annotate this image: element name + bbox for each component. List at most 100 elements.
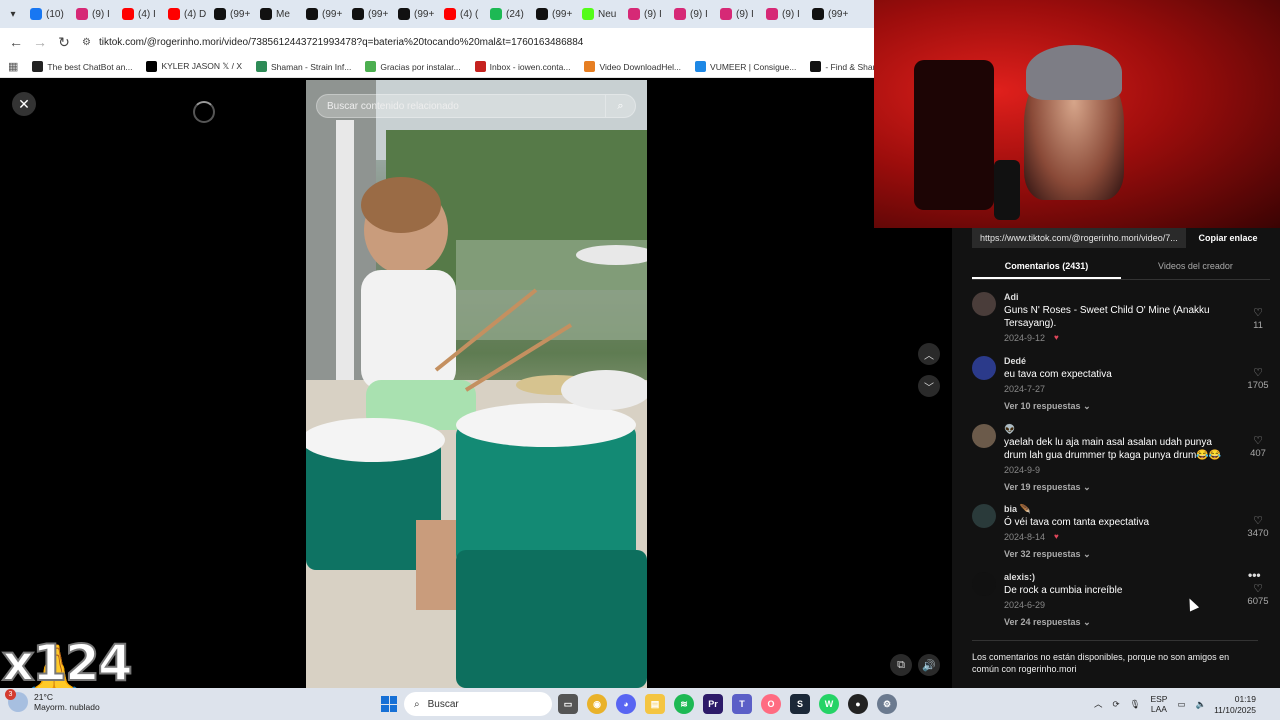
- bookmark-item[interactable]: Video DownloadHel...: [584, 61, 681, 72]
- share-url-field[interactable]: https://www.tiktok.com/@rogerinho.mori/v…: [972, 228, 1186, 248]
- taskbar-search[interactable]: ⌕ Buscar: [404, 692, 552, 716]
- obs-icon[interactable]: ●: [848, 694, 868, 714]
- comment-date: 2024-8-14: [1004, 532, 1046, 542]
- comment-author[interactable]: Adi: [1004, 292, 1019, 302]
- like-button[interactable]: ♡ 3470: [1238, 514, 1278, 539]
- premiere-pro-icon[interactable]: Pr: [703, 694, 723, 714]
- comment-date: 2024-7-27: [1004, 384, 1046, 394]
- search-icon[interactable]: ⌕: [605, 95, 635, 117]
- chevron-down-icon: ⌄: [1080, 482, 1091, 492]
- browser-tab[interactable]: (99+: [530, 3, 576, 25]
- apps-grid-icon[interactable]: ▦: [8, 60, 18, 73]
- kick-icon: [582, 8, 594, 20]
- previous-video-button[interactable]: ︿: [918, 343, 940, 365]
- comment-author[interactable]: bia 🪶: [1004, 504, 1031, 515]
- task-view-icon[interactable]: ▭: [558, 694, 578, 714]
- comment-author[interactable]: 👽: [1004, 424, 1015, 435]
- bookmark-item[interactable]: Shaman - Strain Inf...: [256, 61, 351, 72]
- browser-tab[interactable]: (99+: [208, 3, 254, 25]
- browser-tab[interactable]: (4) I: [116, 3, 162, 25]
- discord-icon[interactable]: ◕: [616, 694, 636, 714]
- windows-start-icon[interactable]: [381, 696, 397, 712]
- comment-author[interactable]: alexis:): [1004, 572, 1035, 582]
- browser-tab[interactable]: (99+: [300, 3, 346, 25]
- forward-arrow-icon[interactable]: →: [28, 34, 52, 50]
- browser-tab[interactable]: Neu: [576, 3, 622, 25]
- language-indicator[interactable]: ESP LAA: [1150, 694, 1167, 714]
- browser-tab[interactable]: (9) I: [622, 3, 668, 25]
- avatar[interactable]: [972, 292, 996, 316]
- bookmark-item[interactable]: Gracias por instalar...: [365, 61, 461, 72]
- view-replies-label: Ver 10 respuestas: [1004, 401, 1081, 411]
- reload-icon[interactable]: ↻: [52, 34, 76, 51]
- bookmark-item[interactable]: The best ChatBot an...: [32, 61, 132, 72]
- browser-tab[interactable]: (10): [24, 3, 70, 25]
- close-viewer-button[interactable]: ✕: [12, 92, 36, 116]
- bookmark-item[interactable]: VUMEER | Consigue...: [695, 61, 796, 72]
- chrome-icon[interactable]: ◉: [587, 694, 607, 714]
- microphone-icon[interactable]: 🎙: [1130, 699, 1141, 710]
- browser-tab[interactable]: (24): [484, 3, 530, 25]
- spotify-icon[interactable]: ≋: [674, 694, 694, 714]
- like-button[interactable]: ♡ 11: [1238, 306, 1278, 331]
- view-replies-link[interactable]: Ver 24 respuestas ⌄: [1004, 617, 1091, 628]
- like-button[interactable]: ♡ 1705: [1238, 366, 1278, 391]
- tray-chevron-icon[interactable]: ︿: [1094, 698, 1103, 710]
- next-video-button[interactable]: ﹀: [918, 375, 940, 397]
- bookmark-label: Video DownloadHel...: [599, 61, 682, 72]
- video-player[interactable]: Buscar contenido relacionado ⌕: [306, 80, 647, 688]
- avatar[interactable]: [972, 424, 996, 448]
- facebook-icon: [30, 8, 42, 20]
- back-arrow-icon[interactable]: ←: [4, 34, 28, 50]
- tab-creator-videos[interactable]: Videos del creador: [1121, 254, 1270, 279]
- url-field[interactable]: ⚙ tiktok.com/@rogerinho.mori/video/73856…: [82, 37, 583, 48]
- browser-tab[interactable]: (99+: [806, 3, 852, 25]
- avatar[interactable]: [972, 504, 996, 528]
- browser-tab[interactable]: (9) I: [760, 3, 806, 25]
- bookmark-item[interactable]: KYLER JASON 𝕏 / X: [146, 61, 242, 72]
- view-replies-link[interactable]: Ver 32 respuestas ⌄: [1004, 549, 1091, 560]
- file-explorer-icon[interactable]: ▤: [645, 694, 665, 714]
- youtube-icon: [168, 8, 180, 20]
- whatsapp-icon[interactable]: W: [819, 694, 839, 714]
- bookmark-item[interactable]: - Find & Share on G...: [810, 61, 874, 72]
- weather-widget[interactable]: 3 21°C Mayorm. nublado: [5, 689, 100, 712]
- comment-author[interactable]: Dedé: [1004, 356, 1026, 366]
- speaker-icon[interactable]: 🔈: [1195, 699, 1206, 710]
- browser-tab[interactable]: (9) I: [668, 3, 714, 25]
- mini-player-icon[interactable]: ⧉: [890, 654, 912, 676]
- browser-tab[interactable]: (4) (: [438, 3, 484, 25]
- browser-tab[interactable]: (99+: [346, 3, 392, 25]
- tab-search-menu-icon[interactable]: ▾: [2, 3, 24, 25]
- tab-comments[interactable]: Comentarios (2431): [972, 254, 1121, 279]
- site-settings-icon[interactable]: ⚙: [82, 37, 91, 48]
- like-button[interactable]: ♡ 6075: [1238, 582, 1278, 607]
- view-replies-link[interactable]: Ver 19 respuestas ⌄: [1004, 482, 1091, 493]
- tiktok-icon: [214, 8, 226, 20]
- chevron-down-icon: ⌄: [1080, 549, 1091, 559]
- clock[interactable]: 01:19 11/10/2025: [1214, 694, 1256, 716]
- avatar[interactable]: [972, 572, 996, 596]
- browser-tab[interactable]: (99+: [392, 3, 438, 25]
- network-icon[interactable]: ▭: [1177, 699, 1185, 710]
- browser-tab[interactable]: (4) D: [162, 3, 208, 25]
- teams-icon[interactable]: T: [732, 694, 752, 714]
- volume-icon[interactable]: 🔊: [918, 654, 940, 676]
- browser-tab[interactable]: Me: [254, 3, 300, 25]
- view-replies-link[interactable]: Ver 10 respuestas ⌄: [1004, 401, 1091, 412]
- browser-tab-label: (99+: [414, 8, 435, 20]
- browser-tab-label: (10): [46, 8, 64, 20]
- bookmark-item[interactable]: Inbox - iowen.conta...: [474, 61, 570, 72]
- browser-tab[interactable]: (9) I: [70, 3, 116, 25]
- copy-link-button[interactable]: Copiar enlace: [1186, 233, 1270, 243]
- sync-icon[interactable]: ⟳: [1113, 699, 1120, 710]
- taskbar-search-label: Buscar: [427, 698, 459, 710]
- related-search-input[interactable]: Buscar contenido relacionado ⌕: [316, 94, 636, 118]
- opera-icon[interactable]: O: [761, 694, 781, 714]
- avatar[interactable]: [972, 356, 996, 380]
- more-options-icon[interactable]: •••: [1248, 568, 1261, 582]
- steam-icon[interactable]: S: [790, 694, 810, 714]
- settings-gear-icon[interactable]: ⚙: [877, 694, 897, 714]
- browser-tab[interactable]: (9) I: [714, 3, 760, 25]
- like-button[interactable]: ♡ 407: [1238, 434, 1278, 459]
